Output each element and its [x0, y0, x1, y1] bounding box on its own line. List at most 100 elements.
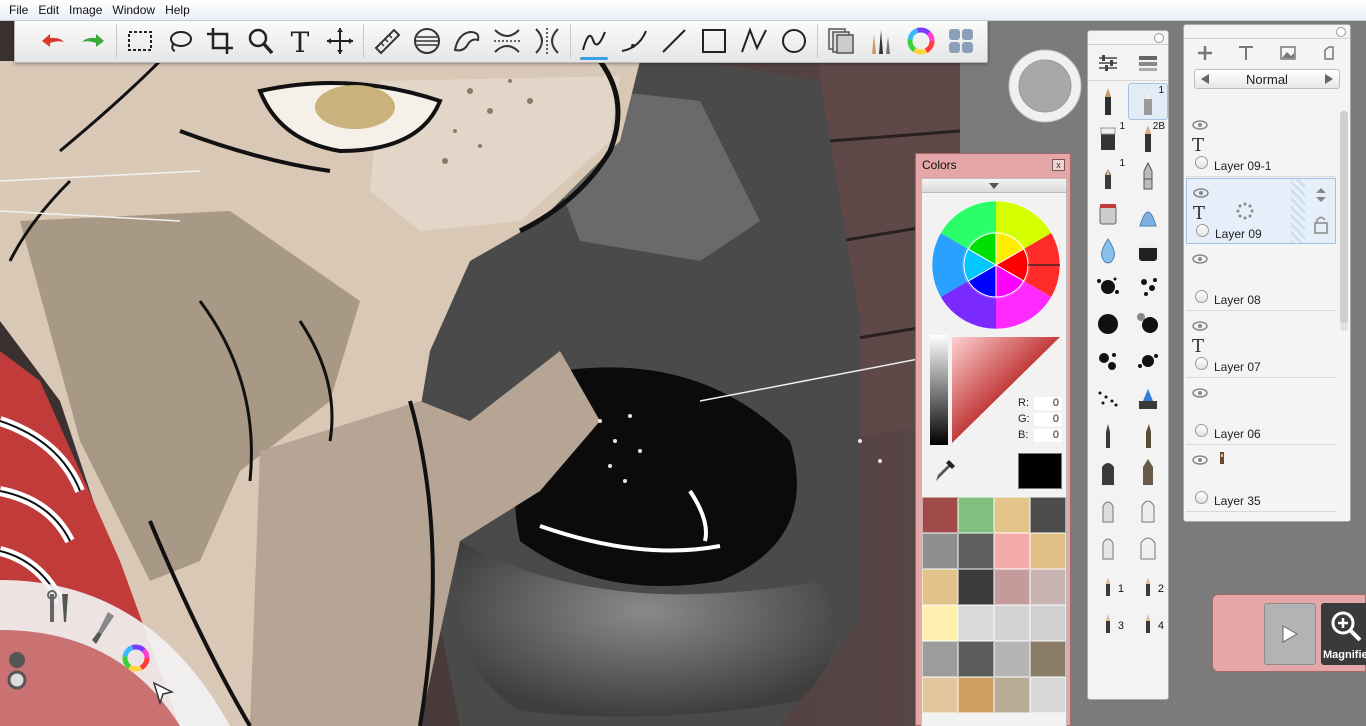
brush-custom-2[interactable]: 2: [1128, 564, 1168, 601]
brush-splatter-2[interactable]: [1128, 268, 1168, 305]
brush-blender[interactable]: [1088, 231, 1128, 268]
chevron-left-icon[interactable]: [1201, 74, 1211, 84]
layer-select-radio[interactable]: [1195, 357, 1208, 370]
layer-row-selected[interactable]: T Layer 09: [1186, 178, 1336, 244]
brush-splatter-6[interactable]: [1128, 342, 1168, 379]
color-wheel-button[interactable]: [901, 21, 941, 61]
color-swatch[interactable]: [958, 677, 994, 713]
rectangle-button[interactable]: [694, 21, 734, 61]
brush-splatter-1[interactable]: [1088, 268, 1128, 305]
color-swatch[interactable]: [1030, 677, 1066, 713]
line-button[interactable]: [654, 21, 694, 61]
brush-fan-4[interactable]: [1128, 527, 1168, 564]
color-swatch[interactable]: [994, 605, 1030, 641]
brush-marker[interactable]: [1128, 194, 1168, 231]
color-swatch[interactable]: [958, 533, 994, 569]
layer-row[interactable]: Layer 08: [1186, 245, 1336, 311]
color-swatch[interactable]: [958, 569, 994, 605]
lasso-button[interactable]: [160, 21, 200, 61]
color-swatch[interactable]: [1030, 497, 1066, 533]
brush-settings-icon[interactable]: [1097, 52, 1119, 74]
brush-round-2[interactable]: [1128, 416, 1168, 453]
current-color-swatch[interactable]: [1018, 453, 1062, 489]
expand-panel-button[interactable]: [1264, 603, 1316, 665]
french-curve-button[interactable]: [447, 21, 487, 61]
brush-icon[interactable]: [88, 610, 118, 646]
color-swatch[interactable]: [922, 569, 958, 605]
color-swatch[interactable]: [994, 569, 1030, 605]
layer-select-radio[interactable]: [1195, 424, 1208, 437]
layer-select-radio[interactable]: [1195, 491, 1208, 504]
brush-custom-3[interactable]: 3: [1088, 601, 1128, 638]
lagoon-handle-icon[interactable]: [2, 650, 32, 700]
visibility-eye-icon[interactable]: [1192, 119, 1208, 131]
ellipse-guide-button[interactable]: [407, 21, 447, 61]
color-swatch[interactable]: [922, 605, 958, 641]
redo-button[interactable]: [73, 21, 113, 61]
visibility-eye-icon[interactable]: [1192, 253, 1208, 265]
rect-select-button[interactable]: [120, 21, 160, 61]
color-swatch[interactable]: [1030, 533, 1066, 569]
layers-scrollbar[interactable]: [1340, 111, 1348, 331]
layer-reorder-icon[interactable]: [1311, 185, 1331, 205]
color-swatch[interactable]: [922, 677, 958, 713]
stroke-button[interactable]: [574, 21, 614, 61]
brush-fan-2[interactable]: [1128, 490, 1168, 527]
magnifier-button[interactable]: Magnifier: [1321, 603, 1366, 665]
color-puck[interactable]: [1005, 40, 1085, 130]
brush-ballpoint[interactable]: [1128, 157, 1168, 194]
layer-row[interactable]: Layer 06: [1186, 379, 1336, 445]
brush-pen-selected[interactable]: 1: [1128, 83, 1168, 120]
lock-icon[interactable]: [1313, 215, 1329, 235]
menu-help[interactable]: Help: [160, 0, 195, 21]
symmetry-y-button[interactable]: [527, 21, 567, 61]
menu-file[interactable]: File: [4, 0, 33, 21]
visibility-eye-icon[interactable]: [1192, 320, 1208, 332]
ruler-button[interactable]: [367, 21, 407, 61]
blue-value-field[interactable]: 0: [1034, 429, 1062, 442]
palette-toggle-button[interactable]: [941, 21, 981, 61]
menu-image[interactable]: Image: [64, 0, 107, 21]
color-swatch[interactable]: [958, 497, 994, 533]
brush-splatter-5[interactable]: [1088, 342, 1128, 379]
menu-edit[interactable]: Edit: [33, 0, 64, 21]
color-swatch[interactable]: [1030, 641, 1066, 677]
brush-pencil[interactable]: [1088, 83, 1128, 120]
layer-row[interactable]: T Layer 07: [1186, 312, 1336, 378]
color-swatch[interactable]: [994, 497, 1030, 533]
select-arrow-icon[interactable]: [150, 680, 176, 706]
brush-flat-2[interactable]: [1128, 453, 1168, 490]
layers-scrollbar-thumb[interactable]: [1340, 111, 1348, 323]
layer-drag-handle[interactable]: [1291, 179, 1305, 243]
color-swatch[interactable]: [1030, 605, 1066, 641]
brush-fan-1[interactable]: [1088, 490, 1128, 527]
tools-icon[interactable]: [44, 590, 74, 626]
layer-row[interactable]: T Layer 09-1: [1186, 111, 1336, 177]
brush-pencil-2b[interactable]: 2B: [1128, 120, 1168, 157]
brush-fill-stamp[interactable]: [1128, 379, 1168, 416]
polyline-button[interactable]: [734, 21, 774, 61]
circle-button[interactable]: [774, 21, 814, 61]
move-button[interactable]: [320, 21, 360, 61]
undo-button[interactable]: [33, 21, 73, 61]
add-layer-icon[interactable]: [1196, 44, 1214, 62]
color-wheel-icon[interactable]: [120, 642, 152, 674]
color-wheel[interactable]: [930, 199, 1062, 331]
brush-eraser[interactable]: 1: [1088, 120, 1128, 157]
color-swatch[interactable]: [994, 533, 1030, 569]
color-swatch[interactable]: [994, 677, 1030, 713]
green-value-field[interactable]: 0: [1034, 413, 1062, 426]
visibility-eye-icon[interactable]: [1192, 387, 1208, 399]
color-swatch[interactable]: [958, 605, 994, 641]
colors-panel-close-button[interactable]: x: [1052, 159, 1065, 171]
add-text-layer-icon[interactable]: [1237, 44, 1255, 62]
color-swatch[interactable]: [922, 497, 958, 533]
brush-fan-3[interactable]: [1088, 527, 1128, 564]
crop-button[interactable]: [200, 21, 240, 61]
layer-row[interactable]: Layer 35: [1186, 446, 1336, 512]
layer-select-radio[interactable]: [1195, 290, 1208, 303]
add-image-layer-icon[interactable]: [1279, 44, 1297, 62]
color-swatch[interactable]: [922, 641, 958, 677]
brush-airbrush[interactable]: 1: [1088, 157, 1128, 194]
red-value-field[interactable]: 0: [1034, 397, 1062, 410]
